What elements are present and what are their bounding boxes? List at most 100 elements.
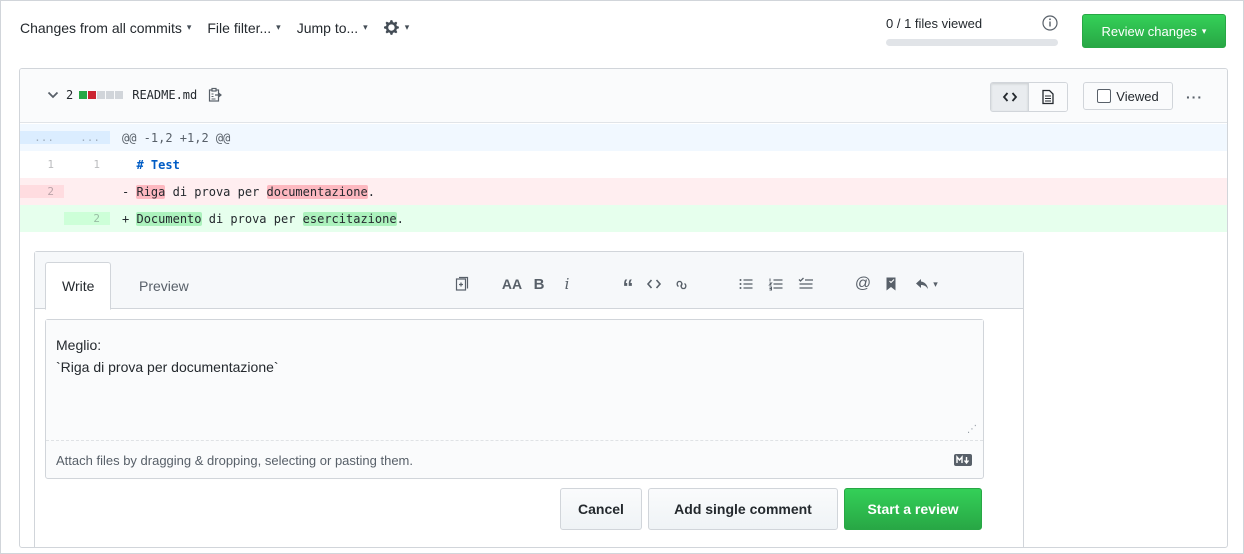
diff-sign: + [122,211,130,226]
diffstat-block [115,91,124,99]
clipboard-copy-icon[interactable] [207,87,223,103]
file-name-link[interactable]: README.md [132,88,197,102]
comment-actions: Cancel Add single comment Start a review [560,488,982,530]
code-icon [1002,92,1017,102]
file-diff-box: 2 README.md Viewed ··· ... ... @@ -1,2 +… [19,68,1228,548]
removed-word: documentazione [266,184,368,199]
old-line-number[interactable]: 1 [20,158,64,171]
comment-editor: Meglio: `Riga di prova per documentazion… [45,319,984,479]
jump-to-menu[interactable]: Jump to... ▾ [297,20,368,36]
diff-settings-menu[interactable]: ▾ [383,19,410,36]
hunk-text: @@ -1,2 +1,2 @@ [122,130,231,145]
review-changes-button[interactable]: Review changes ▾ [1082,14,1226,48]
code-icon [646,279,662,289]
info-icon[interactable] [1041,14,1059,32]
reply-menu-button[interactable]: ▾ [909,274,943,294]
link-icon [676,280,687,290]
markdown-toolbar [449,274,475,294]
misc-group: @ ▾ [853,274,943,294]
bulleted-list-icon [739,279,753,289]
changes-from-value: all commits [111,19,182,36]
source-diff-button[interactable] [991,83,1029,111]
bold-button[interactable]: B [533,274,545,294]
numbered-list-icon [768,278,783,291]
viewed-label: Viewed [1116,88,1159,104]
code-heading: # Test [136,157,180,172]
files-viewed-label: 0 / 1 files viewed [886,16,983,31]
diffstat-block [97,91,106,99]
quote-button[interactable]: “ [617,274,639,300]
rich-diff-button[interactable] [1029,83,1067,111]
code-segment: . [396,211,404,226]
diffstat-block [88,91,97,99]
comment-tabs: Write Preview AA B i “ @ ▾ [35,252,1023,310]
tab-write[interactable]: Write [45,262,112,310]
start-review-button[interactable]: Start a review [844,488,982,530]
removed-word: Riga [136,184,166,199]
code-text: + Documento di prova per esercitazione. [110,211,404,226]
caret-down-icon: ▾ [276,22,281,32]
task-list-button[interactable] [795,274,817,294]
code-text: # Test [110,157,180,172]
code-button[interactable] [643,274,665,294]
caret-down-icon: ▾ [933,278,938,289]
new-line-number[interactable]: 1 [64,158,110,171]
cancel-button[interactable]: Cancel [560,488,642,530]
chevron-down-icon[interactable] [46,88,60,102]
caret-down-icon: ▾ [404,22,410,32]
diff-line-count: 2 [66,88,74,102]
gear-icon [383,20,399,35]
diff-sign: - [122,184,130,199]
diff-hunk-header: ... ... @@ -1,2 +1,2 @@ [20,124,1227,151]
diff-added-line: 2 + Documento di prova per esercitazione… [20,205,1227,232]
file-icon [1042,89,1054,105]
add-single-comment-button[interactable]: Add single comment [648,488,838,530]
file-filter-menu[interactable]: File filter... ▾ [207,20,280,36]
saved-replies-button[interactable] [881,274,901,294]
diff-deleted-line: 2 - Riga di prova per documentazione. [20,178,1227,205]
files-viewed-bar [886,39,1058,46]
caret-down-icon: ▾ [186,22,192,32]
bookmark-icon [886,277,896,291]
code-text: - Riga di prova per documentazione. [110,184,375,199]
heading-button[interactable]: AA [499,274,525,294]
caret-down-icon: ▾ [363,22,368,32]
changes-from-prefix: Changes from [20,19,108,36]
viewed-checkbox[interactable] [1097,89,1112,103]
code-segment: . [367,184,375,199]
old-line-number[interactable]: 2 [20,185,64,198]
diff-context-line: 1 1 # Test [20,151,1227,178]
inline-comment-form: Write Preview AA B i “ @ ▾ Meglio: `Riga… [34,251,1024,547]
diffstat-block [79,91,88,99]
old-line-number[interactable]: ... [20,131,64,144]
comment-textarea[interactable]: Meglio: `Riga di prova per documentazion… [46,320,983,441]
reply-icon [916,279,929,289]
new-line-number[interactable]: ... [64,131,110,144]
resize-handle-icon[interactable]: ⋰ [967,424,977,435]
mention-button[interactable]: @ [853,274,873,294]
diff-toolbar: Changes from all commits ▾ File filter..… [20,19,409,36]
diffstat-blocks [79,91,124,99]
task-list-icon [798,277,813,289]
attach-files-hint[interactable]: Attach files by dragging & dropping, sel… [56,453,413,468]
more-options-icon[interactable]: ··· [1186,89,1203,105]
new-line-number[interactable]: 2 [64,212,110,225]
bulleted-list-button[interactable] [735,274,757,294]
changes-from-menu[interactable]: Changes from all commits ▾ [20,20,191,36]
diff-view-toggle [990,82,1068,112]
jump-to-label: Jump to... [296,19,359,36]
files-viewed-progress: 0 / 1 files viewed [886,16,1058,46]
suggestion-button[interactable] [449,274,475,294]
tab-preview[interactable]: Preview [123,262,205,309]
link-button[interactable] [669,274,691,294]
numbered-list-button[interactable] [765,274,787,294]
added-word: esercitazione [302,211,397,226]
code-segment: di prova per [201,211,303,226]
viewed-checkbox-button[interactable]: Viewed [1083,82,1173,110]
markdown-icon[interactable] [954,454,972,466]
insert-group: “ [617,274,691,300]
italic-button[interactable]: i [561,274,573,294]
code-segment: di prova per [165,184,267,199]
file-filter-label: File filter... [207,19,272,36]
format-group: AA B i [499,274,573,294]
